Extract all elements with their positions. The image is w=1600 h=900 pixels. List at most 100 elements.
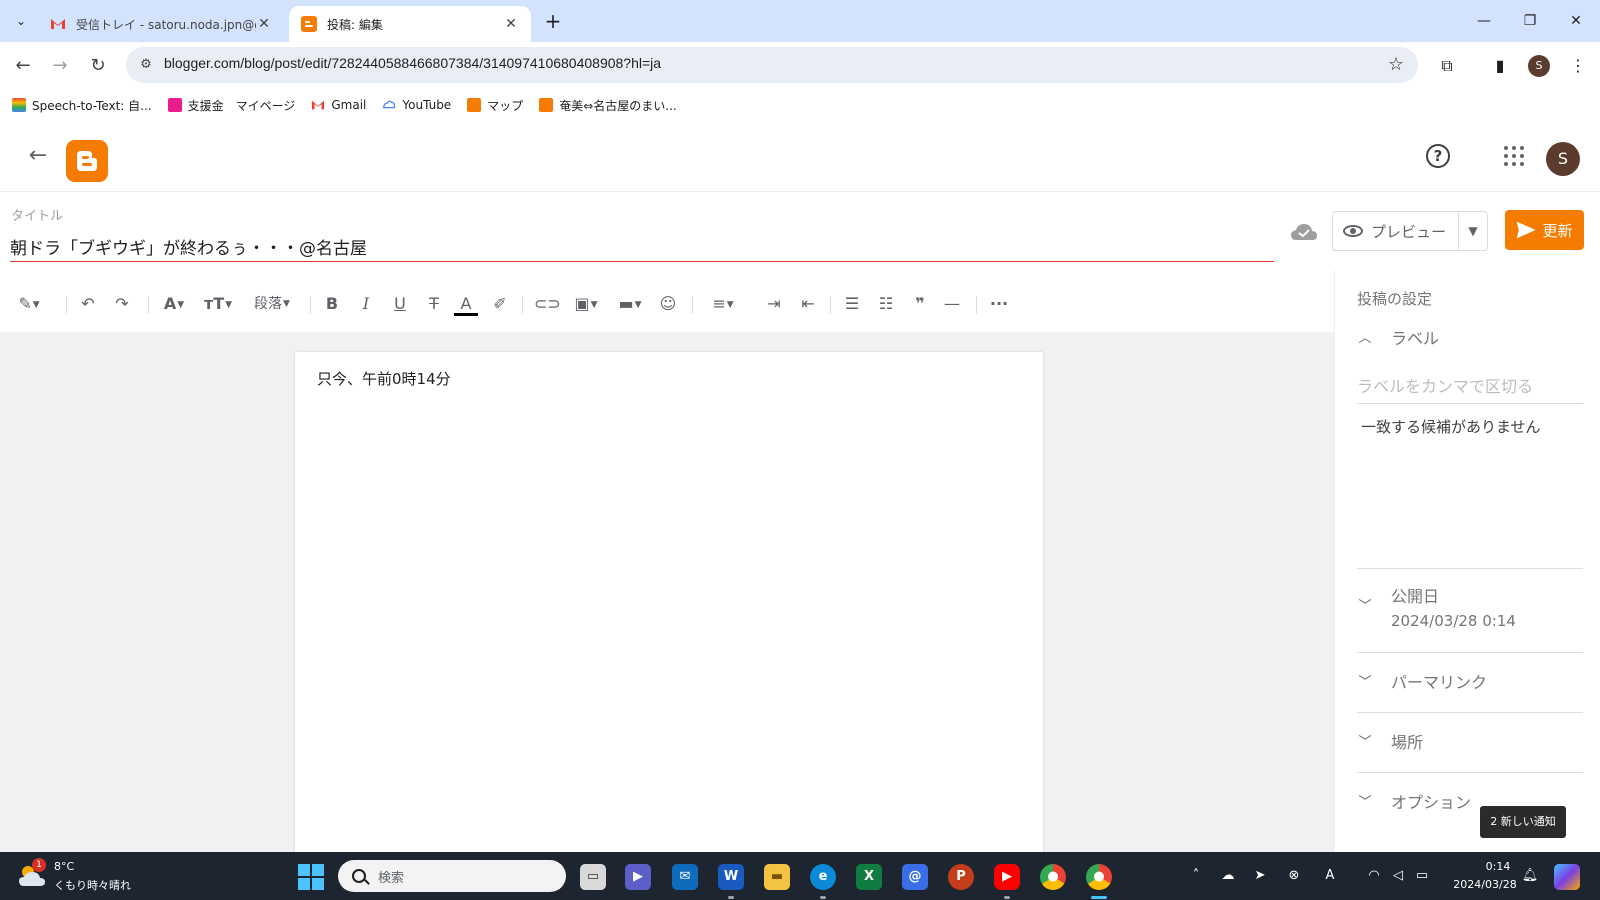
windows-start-icon[interactable] [298,864,324,890]
tab-close-icon[interactable]: ✕ [256,16,272,32]
tab-gmail-inbox[interactable]: 受信トレイ - satoru.noda.jpn@gmail.com ✕ [38,6,284,42]
font-family-icon[interactable]: A▼ [158,292,190,316]
x-circle-icon[interactable]: ⊗ [1284,866,1304,886]
text-color-icon[interactable]: A [454,292,478,316]
address-bar[interactable]: ⚙ blogger.com/blog/post/edit/72824405884… [126,47,1418,83]
profile-avatar[interactable]: S [1528,55,1550,77]
clock-time[interactable]: 0:14 [1468,860,1528,873]
permalink-section[interactable]: ﹀ パーマリンク [1357,672,1583,694]
extensions-icon[interactable]: ⧉ [1435,54,1459,78]
outdent-icon[interactable]: ⇤ [796,292,820,316]
tab-close-icon[interactable]: ✕ [503,16,519,32]
back-arrow-icon[interactable]: ← [24,142,52,170]
highlight-pen-icon[interactable]: ✐ [488,292,512,316]
post-title-input[interactable] [10,232,1274,262]
link-icon[interactable]: ⊂⊃ [534,292,561,316]
more-options-icon[interactable]: ··· [986,292,1012,316]
bookmark-amami-nagoya[interactable]: 奄美⇔名古屋のまい... [539,97,677,114]
forward-icon[interactable]: → [46,52,74,80]
location-section[interactable]: ﹀ 場所 [1357,732,1583,754]
account-avatar[interactable]: S [1546,142,1580,176]
compose-mode-pencil-icon[interactable]: ✎▼ [12,292,46,316]
powerpoint-icon[interactable]: P [948,864,974,890]
close-window-icon[interactable]: ✕ [1556,9,1596,33]
task-view-icon[interactable]: ▭ [580,864,606,890]
weather-temperature[interactable]: 8°C [54,860,74,873]
excel-icon[interactable]: X [856,864,882,890]
notification-bell-icon[interactable]: 🔔︎ [1520,866,1540,886]
align-icon[interactable]: ≡▼ [706,292,740,316]
blockquote-icon[interactable]: ❞ [908,292,932,316]
italic-icon[interactable]: I [354,292,378,316]
back-icon[interactable]: ← [9,52,37,80]
insert-video-icon[interactable]: ▬▼ [614,292,646,316]
preview-dropdown-icon[interactable]: ▼ [1459,224,1487,238]
chevron-up-icon: ︿ [1358,331,1372,346]
font-size-icon[interactable]: тT▼ [202,292,234,316]
help-icon[interactable]: ? [1426,144,1450,168]
reload-icon[interactable]: ↻ [84,52,112,80]
chevron-up-tray-icon[interactable]: ˄ [1186,866,1206,886]
redo-icon[interactable]: ↷ [110,292,134,316]
bookmark-map[interactable]: マップ [467,97,523,114]
weather-description[interactable]: くもり時々晴れ [54,877,131,893]
location-arrow-icon[interactable]: ➤ [1250,866,1270,886]
indent-icon[interactable]: ⇥ [762,292,786,316]
bookmark-support-mypage[interactable]: 支援金 マイページ [167,97,295,114]
divider [1357,568,1583,569]
url-text[interactable]: blogger.com/blog/post/edit/7282440588466… [164,55,661,71]
underline-icon[interactable]: U [388,292,412,316]
emoji-icon[interactable]: ☺ [656,292,680,316]
copilot-icon[interactable] [1554,864,1580,890]
paragraph-style-dropdown[interactable]: 段落▼ [246,292,298,316]
tab-blogger-edit[interactable]: 投稿: 編集 ✕ [289,6,531,42]
restore-icon[interactable]: ❐ [1510,9,1550,33]
teams-icon[interactable]: ▶ [625,864,651,890]
speaker-icon[interactable]: ◁ [1388,866,1408,886]
bookmark-star-icon[interactable]: ☆ [1384,53,1408,77]
labels-input[interactable] [1357,370,1583,404]
update-button[interactable]: 更新 [1505,210,1584,250]
ime-icon[interactable]: A [1320,866,1340,886]
horizontal-rule-icon[interactable]: — [940,292,964,316]
bold-icon[interactable]: B [320,292,344,316]
notification-toast[interactable]: 2 新しい通知 [1480,806,1566,838]
file-explorer-icon[interactable]: ▬ [764,864,790,890]
new-tab-button[interactable]: + [540,9,566,35]
insert-image-icon[interactable]: ▣▼ [570,292,602,316]
bookmark-speech-to-text[interactable]: Speech-to-Text: 自... [12,97,152,114]
edge-icon[interactable]: e [810,864,836,890]
chevron-down-icon: ﹀ [1358,599,1372,614]
publish-date-section[interactable]: ﹀ 公開日 2024/03/28 0:14 [1357,586,1583,630]
tab-search-chevron-icon[interactable]: ⌄ [8,8,34,34]
clock-date[interactable]: 2024/03/28 [1442,878,1528,891]
onedrive-cloud-icon[interactable]: ☁ [1218,866,1238,886]
taskbar-search-box[interactable]: 検索 [338,860,566,892]
blogger-logo-icon[interactable] [66,140,108,182]
youtube-icon[interactable]: ▶ [994,864,1020,890]
side-panel-icon[interactable]: ▮ [1488,54,1512,78]
mail-at-icon[interactable]: @ [902,864,928,890]
preview-button[interactable]: プレビュー [1333,212,1459,250]
mail-icon[interactable]: ✉ [672,864,698,890]
battery-icon[interactable]: ▭ [1412,866,1432,886]
chrome-icon[interactable]: ● [1040,864,1066,890]
chrome-profile-icon[interactable]: ● [1086,864,1112,890]
labels-section-header[interactable]: ︿ ラベル [1357,328,1583,350]
numbered-list-icon[interactable]: ☷ [874,292,898,316]
minimize-icon[interactable]: — [1464,9,1504,33]
bookmark-gmail[interactable]: Gmail [311,98,366,112]
undo-icon[interactable]: ↶ [76,292,100,316]
bookmark-youtube[interactable]: YouTube [382,98,451,112]
menu-kebab-icon[interactable]: ⋮ [1566,54,1590,78]
site-info-icon[interactable]: ⚙ [134,53,158,77]
word-icon[interactable]: W [718,864,744,890]
toolbar-divider [148,296,149,314]
wifi-icon[interactable]: ◠ [1364,866,1384,886]
bulleted-list-icon[interactable]: ☰ [840,292,864,316]
post-body-text[interactable]: 只今、午前0時14分 [317,368,451,389]
post-body-editor[interactable]: 只今、午前0時14分 [295,352,1043,852]
strikethrough-icon[interactable]: T [422,292,446,316]
google-apps-icon[interactable] [1502,144,1526,168]
location-title: 場所 [1391,733,1424,752]
